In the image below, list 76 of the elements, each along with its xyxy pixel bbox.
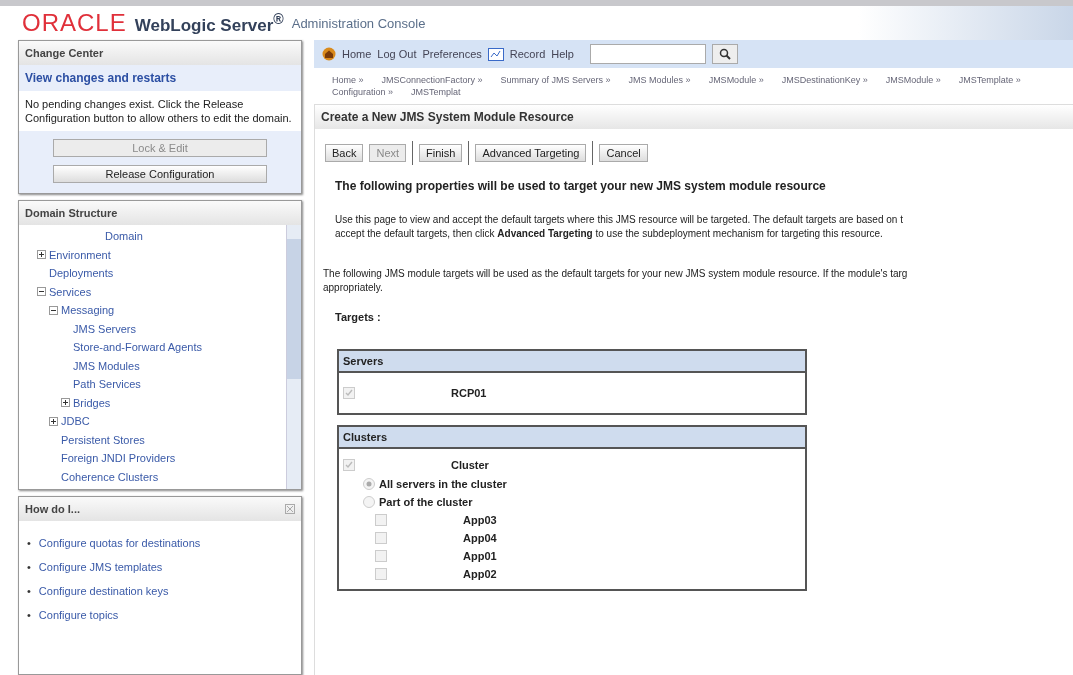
- tree-item[interactable]: Store-and-Forward Agents: [73, 341, 202, 354]
- toolbar-link[interactable]: Preferences: [422, 48, 482, 60]
- breadcrumb-link[interactable]: Summary of JMS Servers »: [500, 74, 611, 86]
- breadcrumb-link[interactable]: JMSModule »: [885, 74, 941, 86]
- status-message: No pending changes exist. Click the Release Configuration button to allow others to edit the domain.: [24, 97, 293, 126]
- server-name: App04: [463, 532, 497, 544]
- brand-logo: ORACLE: [22, 9, 127, 37]
- bullet: •: [27, 584, 31, 599]
- note-text: appropriately.: [323, 281, 384, 295]
- search-field[interactable]: [589, 44, 706, 64]
- record-icon[interactable]: [487, 47, 504, 61]
- bullet: •: [27, 536, 31, 551]
- tree-item[interactable]: Messaging: [61, 304, 115, 317]
- tree-item[interactable]: Bridges: [73, 396, 111, 409]
- console-subtitle: Administration Console: [291, 15, 426, 31]
- tree-item[interactable]: JMS Servers: [73, 322, 136, 335]
- table-title: Clusters: [343, 431, 388, 443]
- bullet: •: [27, 560, 31, 575]
- toolbar-link[interactable]: Home: [342, 48, 372, 60]
- wizard-button[interactable]: Finish: [419, 144, 463, 162]
- tree-item[interactable]: JDBC: [61, 415, 90, 428]
- tree-item[interactable]: Deployments: [49, 267, 114, 280]
- product-name: WebLogic Server$^{®}$: [134, 10, 284, 36]
- section-heading: The following properties will be used to target your new JMS system module resource: [334, 178, 827, 195]
- home-icon[interactable]: [322, 47, 336, 61]
- option-label: All servers in the cluster: [379, 478, 507, 490]
- search-icon: [718, 48, 731, 60]
- intro-text: Use this page to view and accept the default targets where this JMS resource will be targeted. The default targets are based on t: [335, 213, 904, 227]
- tree-item[interactable]: Path Services: [73, 378, 141, 391]
- intro-text: accept the default targets, then click Advanced Targeting to use the subdeployment mechanism for targeting this resource.: [335, 227, 884, 241]
- breadcrumb-link[interactable]: Home »: [332, 74, 364, 86]
- breadcrumb-link[interactable]: JMSConnectionFactory »: [381, 74, 483, 86]
- panel-title: Change Center: [25, 47, 104, 59]
- panel-title: How do I...: [25, 503, 80, 515]
- tree-item[interactable]: Persistent Stores: [61, 433, 145, 446]
- server-name: App02: [463, 568, 497, 580]
- page-title: Create a New JMS System Module Resource: [315, 104, 1073, 129]
- expand-icon[interactable]: [61, 398, 70, 408]
- view-changes-link[interactable]: View changes and restarts: [19, 65, 301, 91]
- toolbar-link[interactable]: Record: [509, 48, 546, 60]
- wizard-button[interactable]: Cancel: [599, 144, 648, 162]
- task-link[interactable]: Configure topics: [38, 603, 119, 627]
- expand-icon[interactable]: [49, 416, 58, 426]
- server-name: RCP01: [451, 387, 487, 399]
- tree-item[interactable]: Coherence Clusters: [61, 470, 159, 483]
- search-button[interactable]: [711, 44, 738, 64]
- bullet: •: [27, 608, 31, 623]
- task-link[interactable]: Configure destination keys: [38, 579, 169, 603]
- wizard-button[interactable]: Advanced Targeting: [475, 144, 587, 162]
- task-link[interactable]: Configure JMS templates: [38, 555, 163, 579]
- option-label: Part of the cluster: [379, 496, 473, 508]
- cluster-name: Cluster: [451, 459, 489, 471]
- table-title: Servers: [343, 355, 384, 367]
- server-name: App01: [463, 550, 497, 562]
- scrollbar[interactable]: [286, 225, 301, 489]
- note-text: The following JMS module targets will be used as the default targets for your new JMS system module resource. If the module's targ: [323, 267, 909, 281]
- breadcrumb-link[interactable]: JMSModule »: [708, 74, 764, 86]
- breadcrumb-link[interactable]: Configuration »: [332, 86, 394, 98]
- tree-item[interactable]: JMS Modules: [73, 359, 140, 372]
- tree-item[interactable]: Environment: [49, 248, 111, 261]
- tree-item[interactable]: Services: [49, 285, 92, 298]
- expand-icon[interactable]: [37, 250, 46, 260]
- tree-item[interactable]: Foreign JNDI Providers: [61, 452, 176, 465]
- task-link[interactable]: Configure quotas for destinations: [38, 531, 201, 555]
- toolbar-link[interactable]: Help: [551, 48, 574, 60]
- wizard-button[interactable]: Back: [325, 144, 364, 162]
- targets-label: Targets :: [334, 310, 382, 325]
- breadcrumb-link[interactable]: JMSDestinationKey »: [781, 74, 868, 86]
- breadcrumb-link[interactable]: JMS Modules »: [628, 74, 691, 86]
- server-name: App03: [463, 514, 497, 526]
- breadcrumb-link[interactable]: JMSTemplat: [411, 86, 461, 98]
- toolbar-link[interactable]: Log Out: [377, 48, 417, 60]
- change-button[interactable]: Release Configuration: [53, 165, 267, 183]
- breadcrumb-link[interactable]: JMSTemplate »: [958, 74, 1021, 86]
- tree-item[interactable]: Domain: [105, 230, 143, 243]
- panel-title: Domain Structure: [25, 207, 118, 219]
